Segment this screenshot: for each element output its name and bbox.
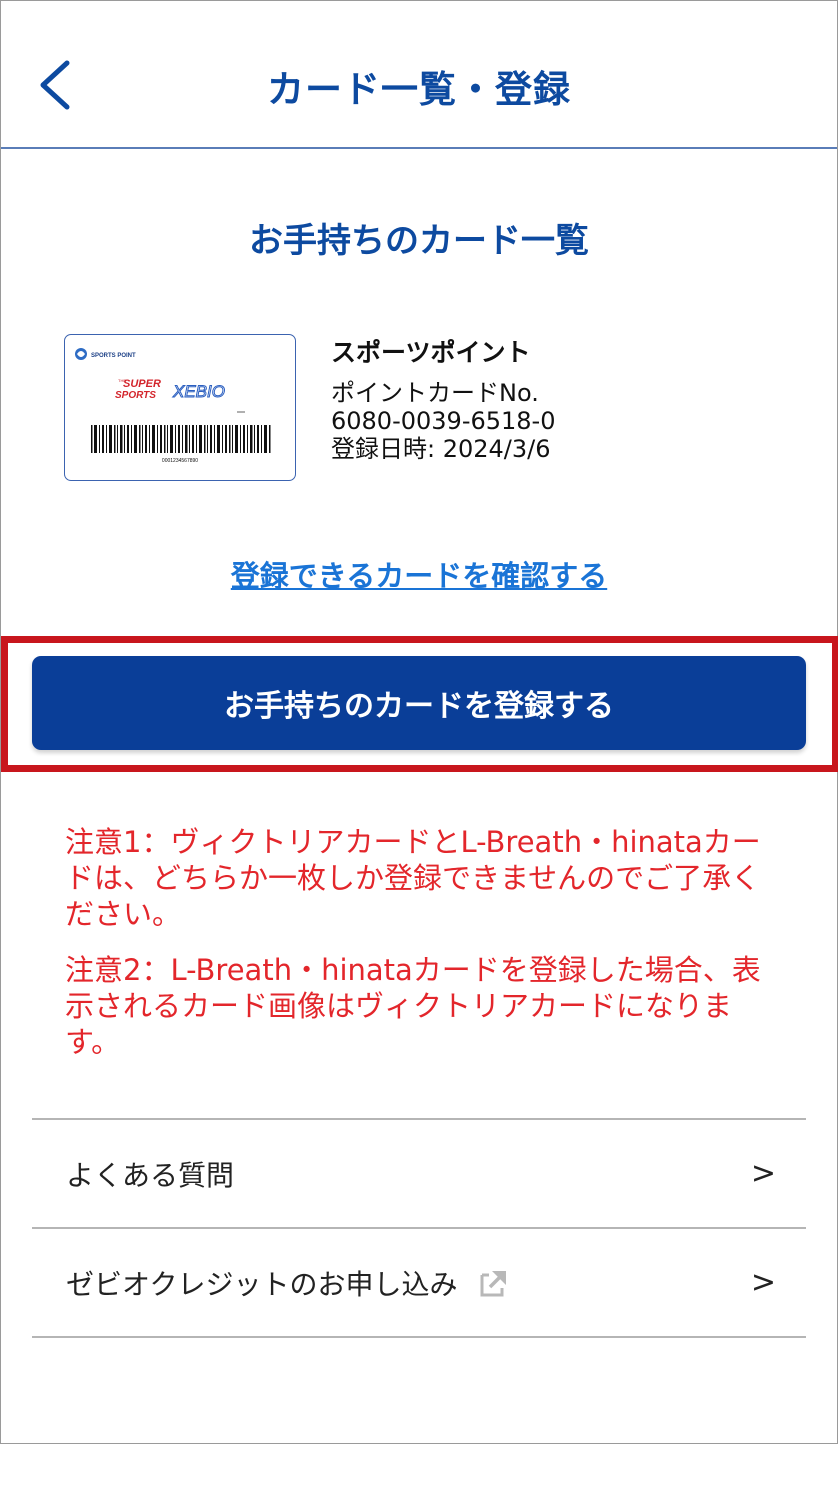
brand-super-text: SUPER [123,378,161,390]
notice-2: 注意2：L-Breath・hinataカードを登録した場合、表示されるカード画像… [65,953,761,1059]
card-image[interactable]: SPORTS POINT THE SUPER SPORTS XEBIO 0001… [64,334,296,481]
menu-item-label: よくある質問 [66,1158,235,1192]
card-name: スポーツポイント [331,338,531,367]
notice-1: 注意1：ヴィクトリアカードとL-Breath・hinataカードは、どちらか一枚… [65,825,761,931]
card-number-label: ポイントカードNo. [331,379,539,407]
chevron-right-icon: > [750,1156,776,1191]
menu-item-faq[interactable]: よくある質問 > [32,1120,806,1229]
app-screen: カード一覧・登録 お手持ちのカード一覧 SPORTS POINT THE SUP… [0,0,838,1444]
card-info: スポーツポイント ポイントカードNo. 6080-0039-6518-0 登録日… [331,333,555,463]
menu-item-label: ゼビオクレジットのお申し込み [66,1267,458,1301]
card-top-text: SPORTS POINT [91,353,136,359]
menu-item-credit-application[interactable]: ゼビオクレジットのお申し込み > [32,1229,806,1338]
cards-section-title: お手持ちのカード一覧 [249,221,589,261]
external-link-icon [479,1268,509,1298]
register-card-button[interactable]: お手持ちのカードを登録する [32,656,806,750]
card-registered-date: 登録日時: 2024/3/6 [331,435,551,463]
brand-xebio-text: XEBIO [172,382,225,401]
menu-list: よくある質問 > ゼビオクレジットのお申し込み > [32,1118,806,1338]
sports-point-card-graphic: SPORTS POINT THE SUPER SPORTS XEBIO 0001… [75,348,271,464]
barcode-number: 0001234567890 [162,458,198,464]
page-title: カード一覧・登録 [267,68,571,111]
confirm-registrable-cards-link[interactable]: 登録できるカードを確認する [1,553,837,595]
header-bar: カード一覧・登録 [1,1,837,149]
barcode [91,425,271,453]
chevron-right-icon: > [750,1265,776,1300]
card-number: 6080-0039-6518-0 [331,407,556,435]
brand-sports-text: SPORTS [115,390,156,401]
